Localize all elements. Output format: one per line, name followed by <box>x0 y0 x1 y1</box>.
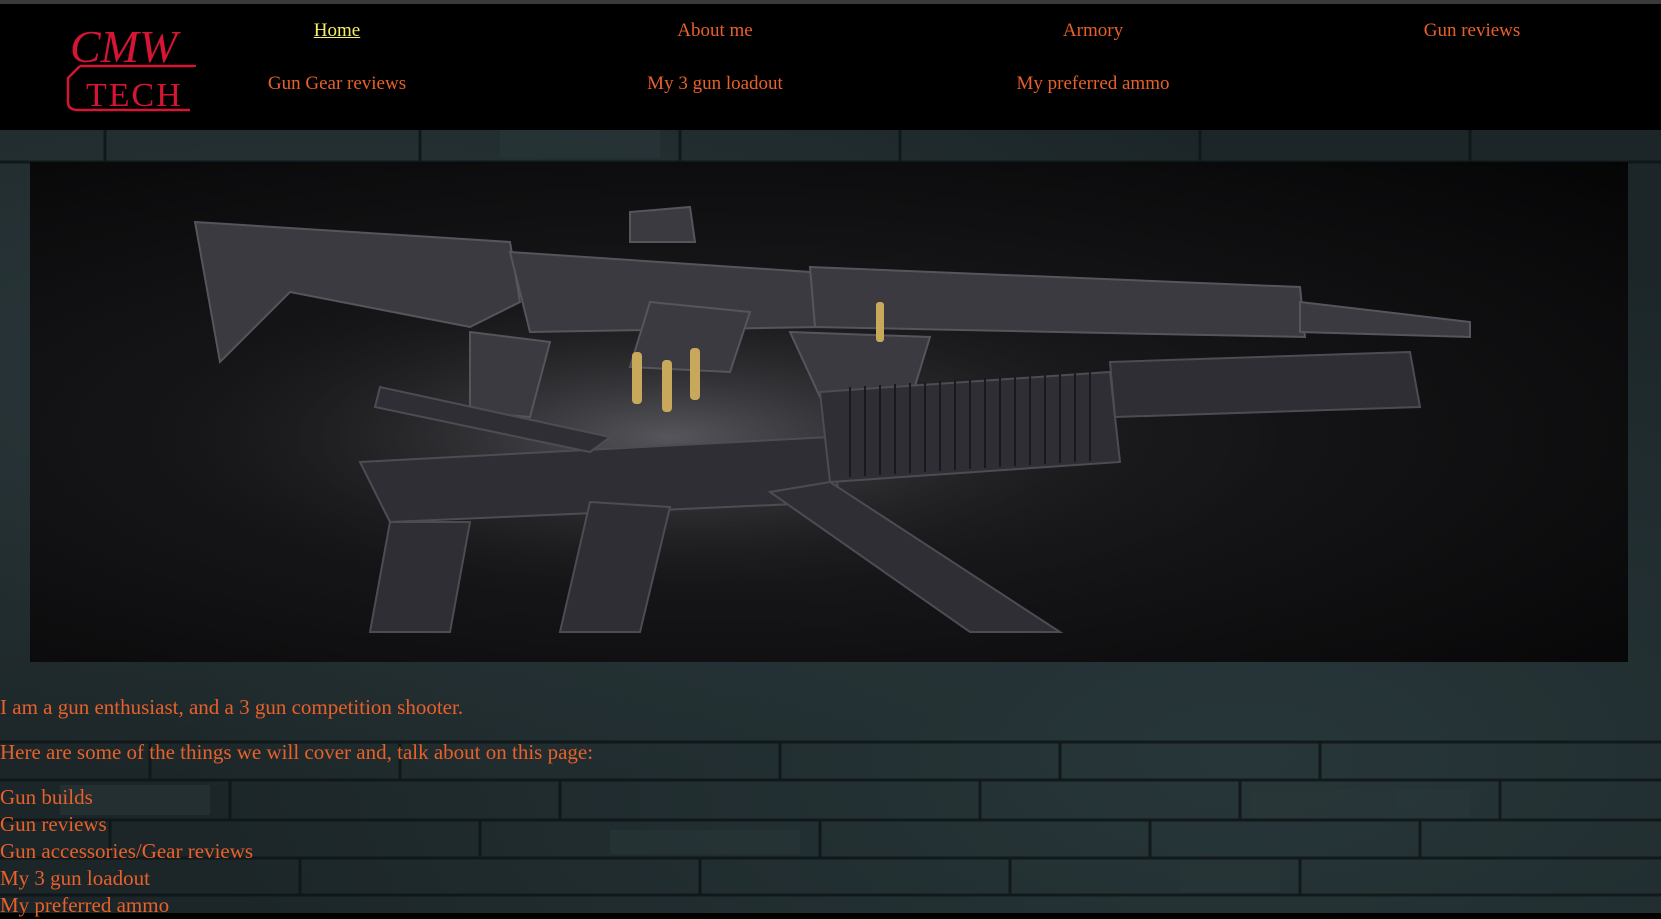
nav-gun-gear-reviews[interactable]: Gun Gear reviews <box>268 73 406 95</box>
hero-image <box>30 162 1628 662</box>
list-item: My 3 gun loadout <box>0 866 150 890</box>
main-content: I am a gun enthusiast, and a 3 gun compe… <box>0 694 1661 919</box>
nav-preferred-ammo[interactable]: My preferred ammo <box>1017 73 1170 95</box>
nav-home[interactable]: Home <box>314 20 360 42</box>
nav-about-me[interactable]: About me <box>677 20 752 42</box>
nav-armory[interactable]: Armory <box>1063 20 1123 42</box>
nav-3-gun-loadout[interactable]: My 3 gun loadout <box>647 73 783 95</box>
list-item: My preferred ammo <box>0 893 170 917</box>
logo-mark: CMW TECH <box>66 21 196 114</box>
logo-text-bottom: TECH <box>86 77 183 114</box>
topics-list: Gun builds Gun reviews Gun accessories/G… <box>0 784 1661 919</box>
logo-text-top: CMW <box>70 21 181 72</box>
list-item: Gun accessories/Gear reviews <box>0 839 254 863</box>
nav-gun-reviews[interactable]: Gun reviews <box>1424 20 1521 42</box>
rifles-and-submachine-gun-photo-icon <box>30 162 1628 662</box>
list-item: Gun builds <box>0 785 93 809</box>
intro-text: I am a gun enthusiast, and a 3 gun compe… <box>0 695 464 719</box>
lead-text: Here are some of the things we will cove… <box>0 740 594 764</box>
site-header: CMW TECH Home About me Armory Gun review… <box>0 4 1661 130</box>
list-item: Gun reviews <box>0 812 107 836</box>
site-logo[interactable]: CMW TECH <box>64 18 200 114</box>
